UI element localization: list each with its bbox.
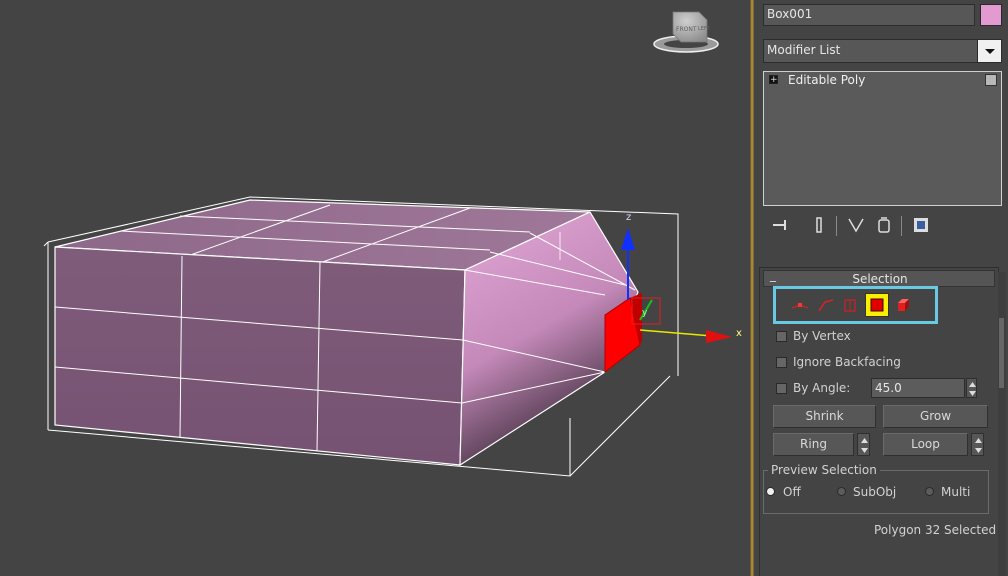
viewcube-front-label: FRONT: [676, 26, 697, 33]
ignore-backfacing-checkbox[interactable]: [776, 357, 787, 368]
spinner-arrows-icon: [975, 438, 982, 453]
z-axis-label: z: [626, 212, 631, 223]
make-unique-icon[interactable]: [846, 215, 866, 235]
angle-input[interactable]: 45.0: [871, 378, 965, 398]
y-axis-label: y: [642, 308, 648, 318]
modifier-list-label: Modifier List: [767, 43, 841, 57]
spinner-arrows-icon: [969, 382, 976, 396]
grow-button[interactable]: Grow: [883, 405, 988, 428]
configure-modifier-sets-icon[interactable]: [911, 215, 931, 235]
edge-icon[interactable]: [816, 296, 836, 314]
mesh-front-face: [54, 246, 466, 466]
modifier-stack[interactable]: + Editable Poly: [763, 71, 1002, 206]
viewcube[interactable]: FRONT LEFT: [653, 11, 719, 53]
stack-item-editable-poly[interactable]: + Editable Poly: [764, 72, 1001, 90]
preview-subobj-label: SubObj: [853, 485, 897, 499]
remove-modifier-icon[interactable]: [874, 215, 894, 235]
ring-button[interactable]: Ring: [773, 433, 854, 456]
command-panel: Box001 Modifier List + Editable Poly _ S…: [754, 0, 1008, 576]
loop-spinner[interactable]: [971, 433, 984, 456]
object-name-field[interactable]: Box001: [763, 4, 975, 26]
pin-stack-icon[interactable]: [770, 215, 790, 235]
loop-button[interactable]: Loop: [883, 433, 968, 456]
panel-scrollbar[interactable]: [998, 272, 1006, 576]
ring-spinner[interactable]: [857, 433, 870, 456]
perspective-viewport[interactable]: z x y FRONT LEFT: [0, 0, 750, 576]
ignore-backfacing-label: Ignore Backfacing: [793, 355, 901, 369]
selection-status: Polygon 32 Selected: [874, 523, 997, 537]
stack-item-label: Editable Poly: [788, 73, 866, 87]
vertex-icon[interactable]: [790, 296, 810, 314]
angle-spinner[interactable]: [966, 378, 977, 398]
preview-selection-title: Preview Selection: [768, 463, 880, 477]
scrollbar-thumb[interactable]: [999, 318, 1004, 388]
preview-multi-radio[interactable]: [925, 487, 934, 496]
selection-rollout-title: Selection: [852, 272, 908, 286]
chevron-down-icon: [985, 49, 995, 54]
preview-off-radio[interactable]: [766, 487, 775, 496]
stack-item-toggle-icon[interactable]: [985, 74, 997, 86]
x-axis-label: x: [736, 328, 742, 339]
shrink-button[interactable]: Shrink: [773, 405, 876, 428]
element-icon[interactable]: [894, 296, 914, 314]
spinner-arrows-icon: [861, 438, 868, 453]
by-vertex-checkbox[interactable]: [776, 331, 787, 342]
border-icon[interactable]: [840, 296, 860, 314]
viewcube-left-label: LEFT: [698, 26, 711, 32]
by-angle-label: By Angle:: [793, 381, 851, 395]
scene-canvas[interactable]: z x y FRONT LEFT: [0, 0, 750, 576]
by-vertex-label: By Vertex: [793, 329, 851, 343]
polygon-icon[interactable]: [865, 293, 889, 317]
preview-off-label: Off: [783, 485, 801, 499]
object-color-swatch[interactable]: [980, 4, 1002, 26]
modifier-list-dropdown[interactable]: Modifier List: [763, 39, 1002, 63]
dropdown-button[interactable]: [977, 40, 1001, 62]
by-angle-checkbox[interactable]: [776, 383, 787, 394]
preview-multi-label: Multi: [941, 485, 971, 499]
selection-rollout-header[interactable]: _ Selection: [763, 268, 995, 287]
preview-subobj-radio[interactable]: [837, 487, 846, 496]
expand-plus-icon[interactable]: +: [769, 75, 778, 85]
show-end-result-icon[interactable]: [809, 215, 829, 235]
